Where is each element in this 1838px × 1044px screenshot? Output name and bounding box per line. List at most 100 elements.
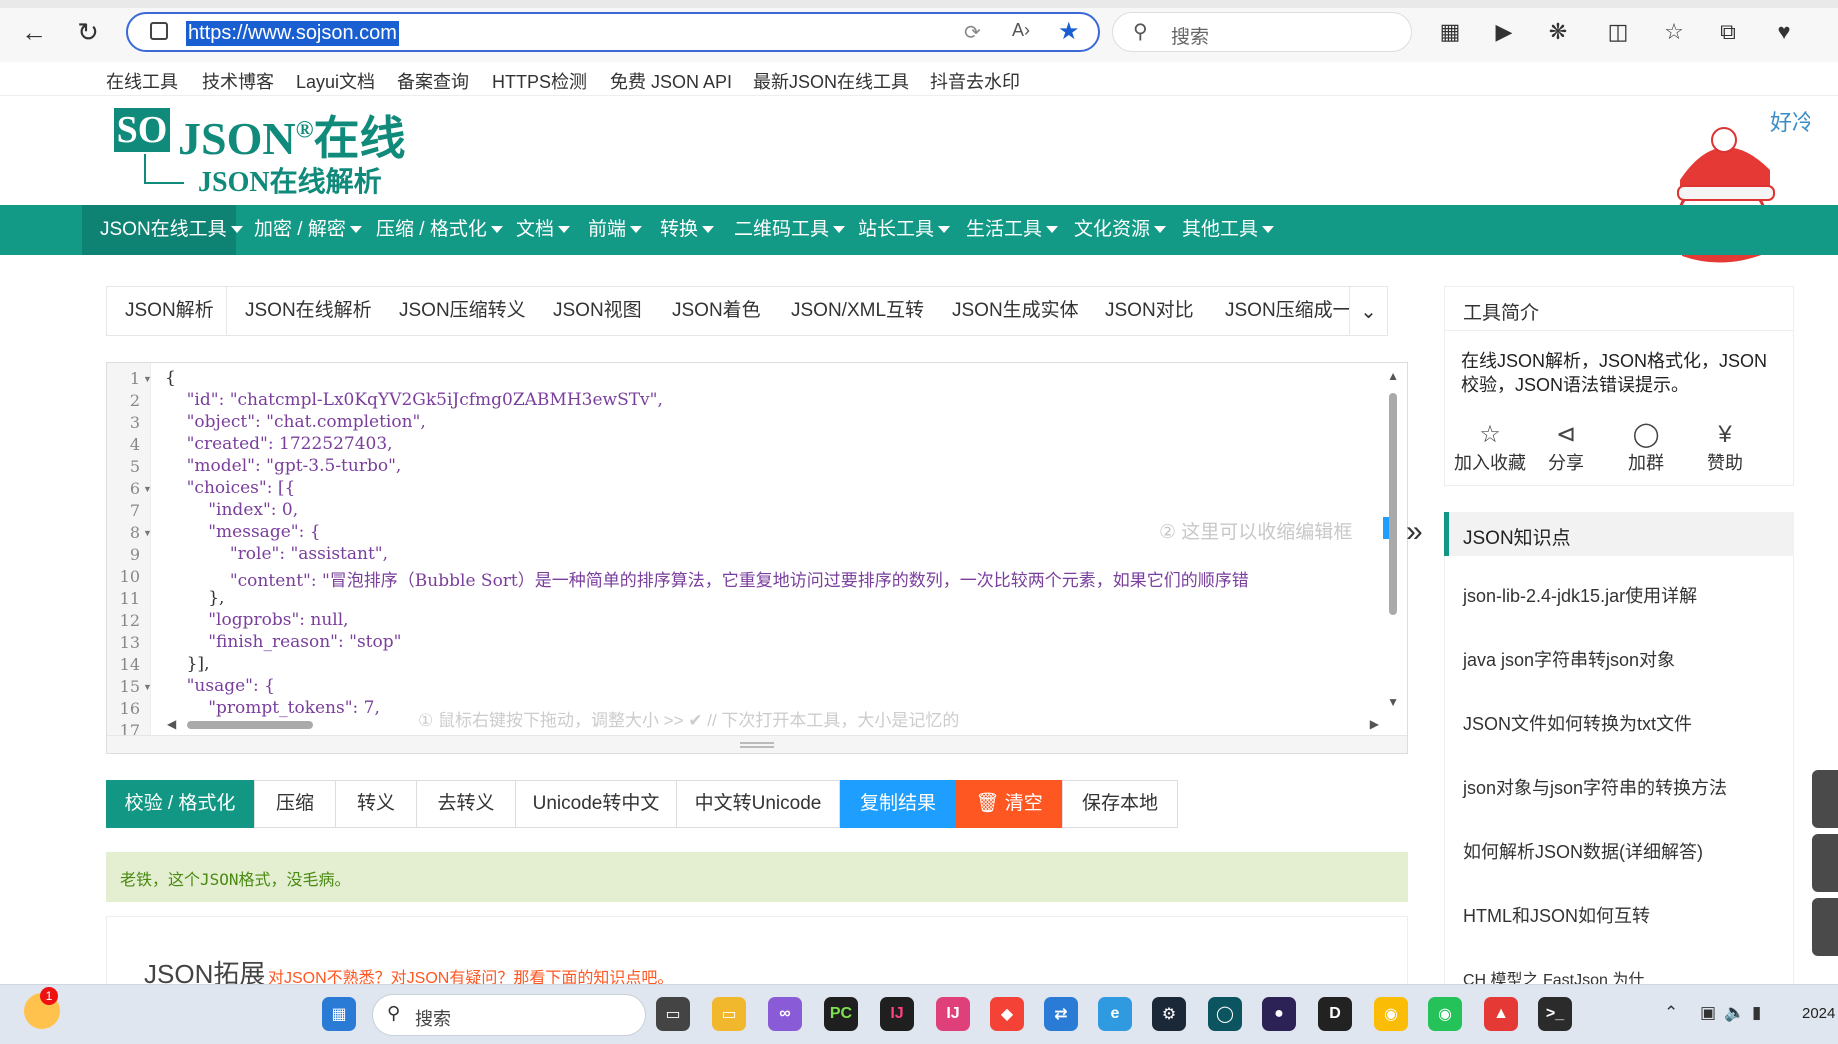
scroll-right-icon[interactable]: ▶ xyxy=(1370,717,1379,731)
escape-button[interactable]: 转义 xyxy=(335,780,417,828)
chrome-icon[interactable]: ◉ xyxy=(1374,997,1408,1031)
scroll-up-icon[interactable]: ▲ xyxy=(1387,369,1399,383)
extensions-icon[interactable]: ❋ xyxy=(1542,16,1574,48)
terminal-icon[interactable]: >_ xyxy=(1538,997,1572,1031)
nav-culture[interactable]: 文化资源 xyxy=(1074,205,1167,255)
back-icon[interactable]: ← xyxy=(16,14,52,50)
nav-compress[interactable]: 压缩 / 格式化 xyxy=(376,205,503,255)
vertical-scrollbar[interactable] xyxy=(1389,393,1397,615)
favorite-action[interactable]: ☆ 加入收藏 xyxy=(1453,421,1527,475)
browser-search[interactable]: ⚲ 搜索 xyxy=(1112,12,1412,52)
bookmark-item[interactable]: Layui文档 xyxy=(296,68,375,94)
read-aloud-icon[interactable]: A› xyxy=(1012,20,1030,41)
split-screen-icon[interactable]: ◫ xyxy=(1602,16,1634,48)
edge-icon[interactable]: e xyxy=(1098,997,1132,1031)
validate-format-button[interactable]: 校验 / 格式化 xyxy=(106,780,254,828)
volume-icon[interactable]: 🔈 xyxy=(1724,1003,1745,1023)
unicode-to-chinese-button[interactable]: Unicode转中文 xyxy=(515,780,677,828)
task-view-icon[interactable]: ▭ xyxy=(656,997,690,1031)
bookmark-item[interactable]: 在线工具 xyxy=(106,68,178,94)
app-icon[interactable]: ▲ xyxy=(1484,997,1518,1031)
windows-start-icon[interactable]: ▦ xyxy=(322,997,356,1031)
float-tool-button[interactable] xyxy=(1812,898,1838,956)
float-tool-button[interactable] xyxy=(1812,770,1838,828)
clear-button[interactable]: 🗑 清空 xyxy=(956,780,1062,828)
tab-json-color[interactable]: JSON着色 xyxy=(672,287,761,335)
tabs-more-icon[interactable]: ⌄ xyxy=(1349,287,1387,335)
scroll-down-icon[interactable]: ▼ xyxy=(1387,695,1399,709)
network-icon[interactable]: ▣ xyxy=(1700,1003,1716,1023)
favorites-icon[interactable]: ☆ xyxy=(1658,16,1690,48)
copy-result-button[interactable]: 复制结果 xyxy=(840,780,956,828)
tab-json-view[interactable]: JSON视图 xyxy=(553,287,642,335)
bookmark-item[interactable]: 最新JSON在线工具 xyxy=(753,68,909,94)
tray-chevron-icon[interactable]: ⌃ xyxy=(1664,1003,1678,1023)
unescape-button[interactable]: 去转义 xyxy=(416,780,516,828)
collections-icon[interactable]: ▦ xyxy=(1434,16,1466,48)
nav-encrypt[interactable]: 加密 / 解密 xyxy=(254,205,362,255)
tab-json-escape[interactable]: JSON压缩转义 xyxy=(399,287,526,335)
lock-icon[interactable] xyxy=(150,22,168,40)
address-bar[interactable]: https://www.sojson.com ⟳ A› ★ xyxy=(126,12,1100,52)
tab-json-compare[interactable]: JSON对比 xyxy=(1105,287,1194,335)
json-editor[interactable]: 1 ▼ 2 3 4 5 6 ▼ 7 8 ▼ 9 10 11 12 13 14 15 ▼ … xyxy=(106,362,1408,754)
fold-icon[interactable]: ▼ xyxy=(143,484,152,494)
pycharm-icon[interactable]: PC xyxy=(824,997,858,1031)
join-group-action[interactable]: ◯ 加群 xyxy=(1609,421,1683,475)
taskbar-search[interactable]: ⚲ 搜索 xyxy=(372,994,646,1036)
fold-icon[interactable]: ▼ xyxy=(143,528,152,538)
nav-convert[interactable]: 转换 xyxy=(660,205,715,255)
play-icon[interactable]: ▶ xyxy=(1488,16,1520,48)
share-action[interactable]: ⊲ 分享 xyxy=(1529,421,1603,475)
donate-action[interactable]: ¥ 赞助 xyxy=(1688,421,1762,475)
bookmark-item[interactable]: 技术博客 xyxy=(202,68,274,94)
battery-icon[interactable]: ▮ xyxy=(1752,1003,1761,1023)
tab-collections-icon[interactable]: ⧉ xyxy=(1712,16,1744,48)
resize-handle[interactable] xyxy=(740,742,774,748)
nav-json-tools[interactable]: JSON在线工具 xyxy=(82,205,243,255)
favorite-star-icon[interactable]: ★ xyxy=(1058,17,1080,46)
knowledge-link[interactable]: 如何解析JSON数据(详细解答) xyxy=(1463,838,1703,864)
bookmark-item[interactable]: 抖音去水印 xyxy=(930,68,1020,94)
knowledge-link[interactable]: JSON文件如何转换为txt文件 xyxy=(1463,710,1692,736)
knowledge-link[interactable]: json对象与json字符串的转换方法 xyxy=(1463,774,1727,800)
knowledge-link[interactable]: json-lib-2.4-jdk15.jar使用详解 xyxy=(1463,582,1697,608)
save-local-button[interactable]: 保存本地 xyxy=(1062,780,1178,828)
nav-qrcode[interactable]: 二维码工具 xyxy=(734,205,846,255)
bookmark-item[interactable]: 备案查询 xyxy=(397,68,469,94)
tab-json-xml[interactable]: JSON/XML互转 xyxy=(791,287,924,335)
url-text[interactable]: https://www.sojson.com xyxy=(186,21,399,46)
wechat-icon[interactable]: ◉ xyxy=(1428,997,1462,1031)
horizontal-scrollbar[interactable] xyxy=(187,721,313,729)
nav-docs[interactable]: 文档 xyxy=(516,205,571,255)
remote-icon[interactable]: ⇄ xyxy=(1044,997,1078,1031)
float-tool-button[interactable] xyxy=(1812,834,1838,892)
eclipse-icon[interactable]: ● xyxy=(1262,997,1296,1031)
bookmark-item[interactable]: HTTPS检测 xyxy=(492,68,587,94)
steam-icon[interactable]: ⚙ xyxy=(1152,997,1186,1031)
bookmark-item[interactable]: 免费 JSON API xyxy=(610,68,732,94)
nav-other[interactable]: 其他工具 xyxy=(1182,205,1275,255)
file-explorer-icon[interactable]: ▭ xyxy=(712,997,746,1031)
nav-life[interactable]: 生活工具 xyxy=(966,205,1059,255)
fold-icon[interactable]: ▼ xyxy=(143,374,152,384)
app-icon[interactable]: ◯ xyxy=(1208,997,1242,1031)
intellij-icon[interactable]: IJ xyxy=(880,997,914,1031)
tab-json-entity[interactable]: JSON生成实体 xyxy=(952,287,1079,335)
visual-studio-icon[interactable]: ∞ xyxy=(768,997,802,1031)
compress-button[interactable]: 压缩 xyxy=(254,780,336,828)
nav-webmaster[interactable]: 站长工具 xyxy=(858,205,951,255)
tab-json-parse[interactable]: JSON解析 xyxy=(107,287,227,335)
nav-frontend[interactable]: 前端 xyxy=(588,205,643,255)
browser-essentials-icon[interactable]: ♥ xyxy=(1768,16,1800,48)
intellij-ultimate-icon[interactable]: IJ xyxy=(936,997,970,1031)
app-icon[interactable]: ◆ xyxy=(990,997,1024,1031)
refresh-icon[interactable]: ↻ xyxy=(70,14,106,50)
tab-json-oneline[interactable]: JSON压缩成一行 xyxy=(1225,287,1349,335)
chinese-to-unicode-button[interactable]: 中文转Unicode xyxy=(676,780,840,828)
collapse-editor-icon[interactable]: » xyxy=(1406,515,1423,549)
translate-icon[interactable]: ⟳ xyxy=(964,20,981,45)
dell-icon[interactable]: D xyxy=(1318,997,1352,1031)
knowledge-link[interactable]: java json字符串转json对象 xyxy=(1463,646,1675,672)
knowledge-link[interactable]: HTML和JSON如何互转 xyxy=(1463,902,1650,928)
